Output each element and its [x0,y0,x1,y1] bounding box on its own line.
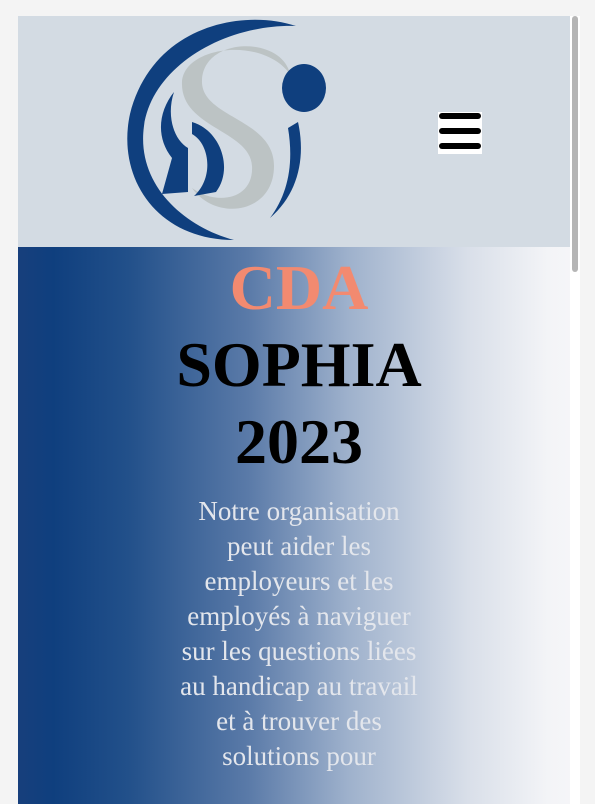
hero-title-cda: CDA [229,252,369,323]
site-header [18,16,580,247]
menu-bar-bottom [439,143,481,149]
scrollbar-thumb[interactable] [572,16,578,272]
menu-bar-top [439,113,481,119]
ds-logo[interactable] [122,18,334,242]
hamburger-menu-button[interactable] [438,112,482,154]
logo-d-letter [160,92,188,194]
logo-i-dot [282,64,326,112]
logo-i-stem [270,122,301,218]
hero-title: CDA SOPHIA 2023 [149,249,449,480]
hero-title-year: 2023 [235,406,363,477]
logo-d-bowl [192,122,225,196]
hero-section: CDA SOPHIA 2023 Notre organisation peut … [18,247,580,804]
menu-bar-middle [439,128,481,134]
page-viewport: CDA SOPHIA 2023 Notre organisation peut … [18,16,580,804]
hero-title-sophia: SOPHIA [176,329,422,400]
hero-description: Notre organisation peut aider les employ… [180,496,418,771]
